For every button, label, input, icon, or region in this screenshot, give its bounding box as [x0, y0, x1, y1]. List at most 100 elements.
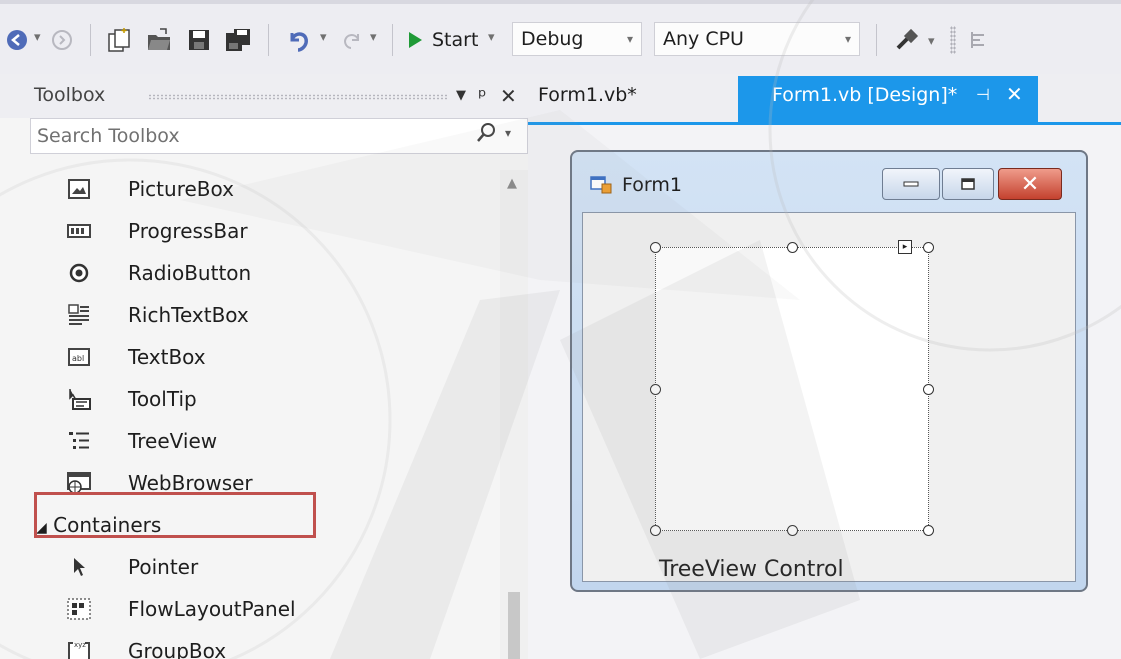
start-dropdown-arrow[interactable]: ▾ [488, 30, 495, 45]
toolbar-overflow-arrow[interactable]: ▾ [928, 34, 935, 49]
toolbox-item-flowlayoutpanel[interactable]: FlowLayoutPanel [30, 590, 500, 630]
groupbox-icon: xyz [66, 638, 92, 659]
search-options-arrow[interactable]: ▾ [505, 126, 511, 140]
minimize-button[interactable] [882, 168, 940, 200]
toolbox-item-label: GroupBox [128, 639, 227, 659]
toolbox-item-treeview[interactable]: TreeView [30, 422, 500, 462]
treeview-caption: TreeView Control [659, 557, 844, 582]
pointer-icon [66, 554, 92, 580]
panel-grip[interactable] [148, 94, 448, 100]
find-in-files-icon [896, 28, 919, 50]
document-area: Form1.vb* Form1.vb [Design]* ⊣ ✕ Form1 ✕ [528, 74, 1121, 659]
find-in-files-button[interactable] [892, 26, 922, 54]
tooltip-icon [66, 386, 92, 412]
close-icon: ✕ [1020, 171, 1040, 197]
navigate-forward-icon [52, 30, 72, 50]
maximize-icon [961, 178, 975, 190]
platform-select[interactable]: Any CPU ▾ [654, 22, 860, 56]
toolbox-item-pointer[interactable]: Pointer [30, 548, 500, 588]
save-button[interactable] [184, 26, 214, 54]
progressbar-icon [66, 218, 92, 244]
minimize-icon [903, 181, 919, 187]
format-button[interactable] [966, 26, 990, 54]
chevron-down-icon: ▾ [844, 32, 851, 46]
save-icon [189, 30, 209, 50]
textbox-icon: abl [66, 344, 92, 370]
toolbox-item-groupbox[interactable]: xyz GroupBox [30, 632, 500, 659]
toolbox-item-label: FlowLayoutPanel [128, 597, 296, 621]
close-window-button[interactable]: ✕ [998, 168, 1062, 200]
toolbar-separator [268, 24, 269, 56]
designer-form-window[interactable]: Form1 ✕ ▸ TreeView Control [570, 150, 1088, 592]
toolbox-item-radiobutton[interactable]: RadioButton [30, 254, 500, 294]
toolbox-item-label: ToolTip [128, 387, 197, 411]
toolbar-separator [392, 24, 393, 56]
save-all-button[interactable] [222, 26, 254, 54]
undo-icon [290, 32, 308, 52]
new-project-icon [108, 28, 130, 52]
scroll-thumb[interactable] [508, 592, 520, 659]
form-client-area[interactable]: ▸ TreeView Control [582, 212, 1076, 582]
tab-form1-design[interactable]: Form1.vb [Design]* ⊣ ✕ [738, 76, 1038, 122]
active-tab-underline [528, 122, 1121, 125]
toolbox-item-picturebox[interactable]: PictureBox [30, 170, 500, 210]
tab-form1-code[interactable]: Form1.vb* [538, 84, 637, 106]
toolbox-scrollbar[interactable]: ▲ [500, 170, 528, 659]
redo-dropdown-arrow[interactable]: ▾ [370, 30, 377, 45]
richtextbox-icon [66, 302, 92, 328]
configuration-select[interactable]: Debug ▾ [512, 22, 642, 56]
redo-button[interactable] [338, 26, 364, 54]
toolbox-item-label: ProgressBar [128, 219, 248, 243]
search-icon[interactable] [475, 121, 497, 145]
open-file-icon [148, 28, 170, 50]
search-toolbox-input[interactable]: Search Toolbox ▾ [30, 118, 528, 154]
panel-options-icon[interactable]: ▼ [456, 88, 466, 103]
treeview-icon [66, 428, 92, 454]
smart-tag-arrow-icon[interactable]: ▸ [898, 240, 912, 254]
toolbox-item-label: Pointer [128, 555, 199, 579]
flowlayoutpanel-icon [66, 596, 92, 622]
pin-icon[interactable]: ⊣ [976, 85, 990, 104]
toolbar-separator [90, 24, 91, 56]
resize-handle[interactable] [923, 242, 934, 253]
resize-handle[interactable] [787, 242, 798, 253]
navigate-back-button[interactable] [4, 26, 30, 54]
toolbox-item-tooltip[interactable]: ToolTip [30, 380, 500, 420]
resize-handle[interactable] [923, 384, 934, 395]
resize-handle[interactable] [650, 525, 661, 536]
toolbar-separator [876, 24, 877, 56]
toolbar-grip[interactable] [950, 26, 956, 54]
toolbox-item-textbox[interactable]: abl TextBox [30, 338, 500, 378]
resize-handle[interactable] [787, 525, 798, 536]
pin-icon[interactable]: ᵖ [478, 84, 487, 108]
resize-handle[interactable] [923, 525, 934, 536]
new-project-button[interactable] [104, 26, 134, 54]
toolbox-item-label: TreeView [128, 429, 218, 453]
scroll-up-arrow-icon[interactable]: ▲ [507, 176, 517, 191]
open-file-button[interactable] [144, 26, 174, 54]
form-icon [590, 176, 612, 198]
toolbox-panel: Toolbox ▼ ᵖ ✕ Search Toolbox ▾ PictureBo… [0, 74, 528, 659]
navigate-forward-button[interactable] [50, 26, 74, 54]
toolbox-item-richtextbox[interactable]: RichTextBox [30, 296, 500, 336]
play-icon [409, 32, 422, 48]
start-label[interactable]: Start [432, 26, 478, 54]
back-dropdown-arrow[interactable]: ▾ [34, 30, 41, 45]
toolbox-item-progressbar[interactable]: ProgressBar [30, 212, 500, 252]
treeview-control[interactable]: ▸ [650, 240, 934, 536]
close-icon[interactable]: ✕ [1006, 82, 1023, 106]
resize-handle[interactable] [650, 242, 661, 253]
undo-button[interactable] [284, 26, 314, 54]
navigate-back-icon [7, 30, 27, 50]
undo-dropdown-arrow[interactable]: ▾ [320, 30, 327, 45]
close-icon[interactable]: ✕ [500, 84, 517, 108]
treeview-highlight-box [34, 492, 316, 538]
document-tab-strip: Form1.vb* Form1.vb [Design]* ⊣ ✕ [528, 74, 1121, 122]
radiobutton-icon [66, 260, 92, 286]
platform-value: Any CPU [663, 28, 744, 50]
toolbox-item-label: RadioButton [128, 261, 252, 285]
start-button[interactable] [404, 26, 426, 54]
maximize-button[interactable] [942, 168, 994, 200]
svg-text:abl: abl [72, 354, 84, 363]
resize-handle[interactable] [650, 384, 661, 395]
